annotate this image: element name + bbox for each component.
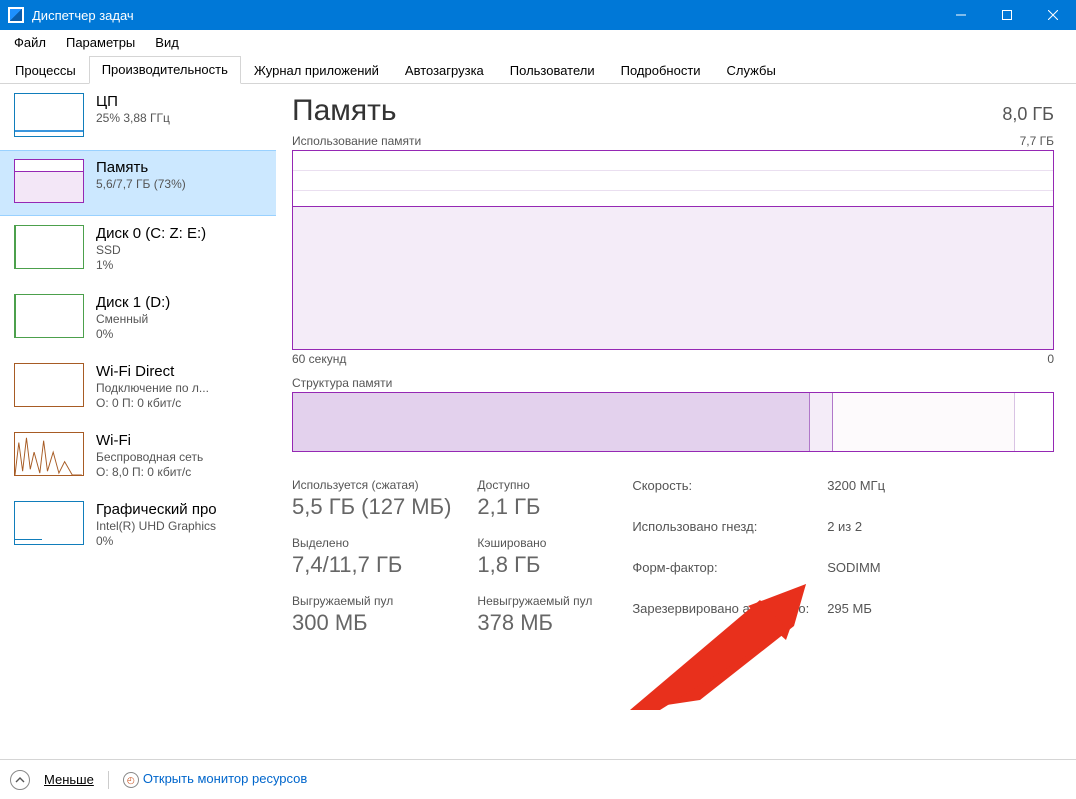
tabs: Процессы Производительность Журнал прило… <box>0 54 1076 84</box>
titlebar: Диспетчер задач <box>0 0 1076 30</box>
disk1-sub1: Сменный <box>96 312 170 326</box>
window-title: Диспетчер задач <box>32 8 134 23</box>
disk0-thumb-icon <box>14 225 84 269</box>
speed-value: 3200 МГц <box>827 478 885 513</box>
reserved-value: 295 МБ <box>827 601 885 636</box>
sidebar-item-cpu[interactable]: ЦП 25% 3,88 ГГц <box>0 84 276 150</box>
menu-view[interactable]: Вид <box>145 33 189 52</box>
resmon-icon: ◴ <box>123 772 139 788</box>
memory-thumb-icon <box>14 159 84 203</box>
sidebar: ЦП 25% 3,88 ГГц Память 5,6/7,7 ГБ (73%) … <box>0 84 276 759</box>
gpu-sub1: Intel(R) UHD Graphics <box>96 519 217 533</box>
memory-composition-chart <box>292 392 1054 452</box>
axis-right: 0 <box>1047 352 1054 366</box>
page-title: Память <box>292 94 397 128</box>
usage-label: Использование памяти <box>292 134 421 148</box>
wifi-title: Wi-Fi <box>96 432 203 449</box>
speed-label: Скорость: <box>632 478 809 513</box>
cpu-thumb-icon <box>14 93 84 137</box>
wifi-sub2: О: 8,0 П: 0 кбит/с <box>96 465 203 479</box>
memory-sub: 5,6/7,7 ГБ (73%) <box>96 177 186 191</box>
memory-title: Память <box>96 159 186 176</box>
paged-value: 300 МБ <box>292 610 451 636</box>
fewer-details-link[interactable]: Меньше <box>44 772 94 787</box>
tab-users[interactable]: Пользователи <box>497 57 608 84</box>
disk0-sub1: SSD <box>96 243 206 257</box>
sidebar-item-memory[interactable]: Память 5,6/7,7 ГБ (73%) <box>0 150 276 216</box>
gpu-thumb-icon <box>14 501 84 545</box>
cached-label: Кэшировано <box>477 536 592 550</box>
sidebar-item-disk0[interactable]: Диск 0 (C: Z: E:) SSD 1% <box>0 216 276 285</box>
maximize-button[interactable] <box>984 0 1030 30</box>
sidebar-item-disk1[interactable]: Диск 1 (D:) Сменный 0% <box>0 285 276 354</box>
wifidirect-title: Wi-Fi Direct <box>96 363 209 380</box>
main-panel: Память 8,0 ГБ Использование памяти 7,7 Г… <box>276 84 1076 759</box>
tab-startup[interactable]: Автозагрузка <box>392 57 497 84</box>
form-value: SODIMM <box>827 560 885 595</box>
wifidirect-sub2: О: 0 П: 0 кбит/с <box>96 396 209 410</box>
avail-value: 2,1 ГБ <box>477 494 592 520</box>
disk0-sub2: 1% <box>96 258 206 272</box>
nonpaged-label: Невыгружаемый пул <box>477 594 592 608</box>
footer: Меньше ◴Открыть монитор ресурсов <box>0 759 1076 799</box>
cpu-title: ЦП <box>96 93 170 110</box>
wifi-thumb-icon <box>14 432 84 476</box>
open-resmon-link[interactable]: ◴Открыть монитор ресурсов <box>123 771 307 789</box>
close-button[interactable] <box>1030 0 1076 30</box>
tab-performance[interactable]: Производительность <box>89 56 241 84</box>
sidebar-item-gpu[interactable]: Графический про Intel(R) UHD Graphics 0% <box>0 492 276 561</box>
wifi-sub1: Беспроводная сеть <box>96 450 203 464</box>
axis-left: 60 секунд <box>292 352 346 366</box>
used-value: 5,5 ГБ (127 МБ) <box>292 494 451 520</box>
wifidirect-thumb-icon <box>14 363 84 407</box>
minimize-button[interactable] <box>938 0 984 30</box>
memory-usage-chart <box>292 150 1054 350</box>
slots-value: 2 из 2 <box>827 519 885 554</box>
cached-value: 1,8 ГБ <box>477 552 592 578</box>
collapse-button[interactable] <box>10 770 30 790</box>
tab-details[interactable]: Подробности <box>608 57 714 84</box>
used-label: Используется (сжатая) <box>292 478 451 492</box>
menubar: Файл Параметры Вид <box>0 30 1076 54</box>
gpu-title: Графический про <box>96 501 217 518</box>
app-icon <box>8 7 24 23</box>
tab-services[interactable]: Службы <box>714 57 789 84</box>
disk1-thumb-icon <box>14 294 84 338</box>
usage-max: 7,7 ГБ <box>1020 134 1054 148</box>
composition-label: Структура памяти <box>292 376 392 390</box>
sidebar-item-wifi[interactable]: Wi-Fi Беспроводная сеть О: 8,0 П: 0 кбит… <box>0 423 276 492</box>
tab-processes[interactable]: Процессы <box>2 57 89 84</box>
footer-separator <box>108 771 109 789</box>
disk0-title: Диск 0 (C: Z: E:) <box>96 225 206 242</box>
tab-apphistory[interactable]: Журнал приложений <box>241 57 392 84</box>
disk1-title: Диск 1 (D:) <box>96 294 170 311</box>
menu-options[interactable]: Параметры <box>56 33 145 52</box>
disk1-sub2: 0% <box>96 327 170 341</box>
gpu-sub2: 0% <box>96 534 217 548</box>
cpu-sub: 25% 3,88 ГГц <box>96 111 170 125</box>
slots-label: Использовано гнезд: <box>632 519 809 554</box>
avail-label: Доступно <box>477 478 592 492</box>
memory-total: 8,0 ГБ <box>1002 104 1054 125</box>
reserved-label: Зарезервировано аппаратно: <box>632 601 809 636</box>
nonpaged-value: 378 МБ <box>477 610 592 636</box>
paged-label: Выгружаемый пул <box>292 594 451 608</box>
committed-value: 7,4/11,7 ГБ <box>292 552 451 578</box>
committed-label: Выделено <box>292 536 451 550</box>
wifidirect-sub1: Подключение по л... <box>96 381 209 395</box>
sidebar-item-wifidirect[interactable]: Wi-Fi Direct Подключение по л... О: 0 П:… <box>0 354 276 423</box>
menu-file[interactable]: Файл <box>4 33 56 52</box>
form-label: Форм-фактор: <box>632 560 809 595</box>
